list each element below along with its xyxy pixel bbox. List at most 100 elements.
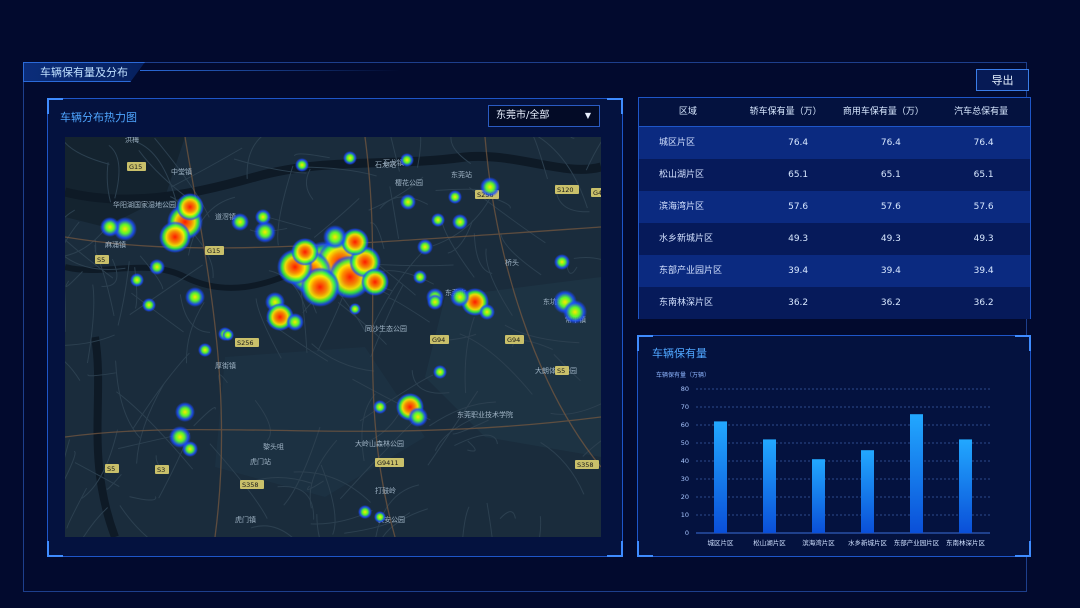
- heat-spot: [175, 402, 195, 422]
- corner-decoration: [607, 98, 623, 114]
- heat-spot: [413, 270, 427, 284]
- y-tick-label: 20: [681, 493, 689, 501]
- table-cell: 49.3: [973, 234, 994, 244]
- table-cell: 76.4: [880, 138, 901, 148]
- heat-spot: [343, 151, 357, 165]
- map-place-label: 桥头: [505, 258, 519, 267]
- chevron-down-icon: ▼: [584, 111, 591, 120]
- y-tick-label: 60: [681, 421, 689, 429]
- road-shield: G15: [127, 162, 146, 171]
- heat-spot: [373, 400, 387, 414]
- bar[interactable]: [812, 459, 825, 533]
- road-shield: G94: [430, 335, 449, 344]
- table-row[interactable]: 松山湖片区 65.1 65.1 65.1: [639, 159, 1030, 191]
- heat-spot: [286, 313, 304, 331]
- table-cell: 49.3: [880, 234, 901, 244]
- road-shield: S256: [235, 338, 259, 347]
- bar[interactable]: [763, 439, 776, 533]
- x-tick-label: 水乡新城片区: [848, 538, 888, 547]
- map-place-label: 虎门站: [250, 457, 271, 466]
- table-cell: 东南林深片区: [659, 298, 714, 308]
- bar[interactable]: [714, 421, 727, 533]
- y-tick-label: 70: [681, 403, 689, 411]
- table-cell: 49.3: [788, 234, 809, 244]
- table-row[interactable]: 东部产业园片区 39.4 39.4 39.4: [639, 255, 1030, 287]
- heat-spot: [358, 505, 372, 519]
- map-place-label: 虎门镇: [235, 515, 256, 524]
- bar[interactable]: [861, 450, 874, 533]
- heat-spot: [142, 298, 156, 312]
- svg-text:S358: S358: [242, 481, 259, 489]
- table-cell: 57.6: [973, 202, 994, 212]
- table-row[interactable]: 水乡新城片区 49.3 49.3 49.3: [639, 223, 1030, 255]
- export-button[interactable]: 导出: [976, 69, 1029, 91]
- heat-spot: [408, 407, 428, 427]
- heat-spot: [182, 441, 198, 457]
- column-header: 汽车总保有量: [954, 107, 1009, 117]
- bar[interactable]: [910, 414, 923, 533]
- heat-spot: [231, 213, 249, 231]
- map-canvas[interactable]: 石龙镇石龙站东莞站樱花公园中堂镇华阳湖国家湿地公园东莞市东坑镇常平镇同沙生态公园…: [65, 137, 601, 537]
- svg-text:G94: G94: [432, 336, 445, 344]
- road-shield: S5: [555, 366, 569, 375]
- heat-spot: [295, 158, 309, 172]
- table-cell: 76.4: [788, 138, 809, 148]
- svg-text:S5: S5: [97, 256, 105, 264]
- map-place-label: 中堂镇: [171, 167, 192, 176]
- road-shield: S120: [555, 185, 579, 194]
- heat-spot: [480, 177, 500, 197]
- map-place-label: 东莞站: [451, 170, 472, 179]
- heat-spot: [400, 194, 416, 210]
- table-cell: 39.4: [788, 266, 809, 276]
- heat-spot: [417, 239, 433, 255]
- heat-spot: [431, 213, 445, 227]
- heatmap-map[interactable]: 石龙镇石龙站东莞站樱花公园中堂镇华阳湖国家湿地公园东莞市东坑镇常平镇同沙生态公园…: [65, 137, 601, 537]
- heat-spot: [452, 214, 468, 230]
- corner-decoration: [47, 541, 63, 557]
- table-cell: 滨海湾片区: [659, 202, 705, 212]
- x-tick-label: 东部产业园片区: [894, 538, 940, 547]
- svg-text:S3: S3: [157, 466, 165, 474]
- table-row[interactable]: 城区片区 76.4 76.4 76.4: [639, 127, 1030, 159]
- svg-text:S256: S256: [237, 339, 254, 347]
- road-shield: S358: [575, 460, 599, 469]
- heat-spot: [427, 294, 443, 310]
- title-divider: [140, 70, 400, 71]
- ownership-chart-panel: 车辆保有量 车辆保有量（万辆） 0 10 20 30 40 50 60 70 80 城区片区 松山…: [637, 335, 1031, 557]
- heat-spot: [400, 153, 414, 167]
- table-cell: 76.4: [973, 138, 994, 148]
- heat-spot: [198, 343, 212, 357]
- heat-spot: [361, 268, 389, 296]
- city-select[interactable]: 东莞市/全部 ▼: [488, 105, 600, 127]
- y-tick-label: 40: [681, 457, 689, 465]
- table-cell: 65.1: [973, 170, 994, 180]
- heat-spot: [130, 273, 144, 287]
- heat-spot: [291, 238, 319, 266]
- table-row[interactable]: 滨海湾片区 57.6 57.6 57.6: [639, 191, 1030, 223]
- city-select-value: 东莞市/全部: [496, 110, 550, 121]
- section-title: 车辆保有量及分布: [23, 62, 145, 82]
- road-shield: G94: [505, 335, 524, 344]
- heat-spot: [100, 217, 120, 237]
- heatmap-title: 车辆分布热力图: [60, 111, 137, 124]
- table-cell: 39.4: [973, 266, 994, 276]
- heat-spot: [323, 225, 347, 249]
- heat-spot: [479, 304, 495, 320]
- bar[interactable]: [959, 439, 972, 533]
- svg-text:S5: S5: [107, 465, 115, 473]
- road-shield: S3: [155, 465, 169, 474]
- map-place-label: 华阳湖国家湿地公园: [113, 200, 176, 209]
- heat-spot: [185, 287, 205, 307]
- map-place-label: 大岭山森林公园: [355, 439, 404, 448]
- svg-text:G15: G15: [129, 163, 142, 171]
- svg-text:S5: S5: [557, 367, 565, 375]
- table-cell: 57.6: [880, 202, 901, 212]
- bar-chart: 车辆保有量（万辆） 0 10 20 30 40 50 60 70 80 城区片区 松山湖片区 滨海湾…: [656, 371, 990, 547]
- table-row[interactable]: 东南林深片区 36.2 36.2 36.2: [639, 287, 1030, 319]
- table-cell: 65.1: [880, 170, 901, 180]
- map-place-label: 黎头咀: [263, 442, 284, 451]
- table-cell: 东部产业园片区: [659, 266, 723, 276]
- heat-spot: [149, 259, 165, 275]
- road-shield: G9411: [375, 458, 404, 467]
- svg-text:S358: S358: [577, 461, 594, 469]
